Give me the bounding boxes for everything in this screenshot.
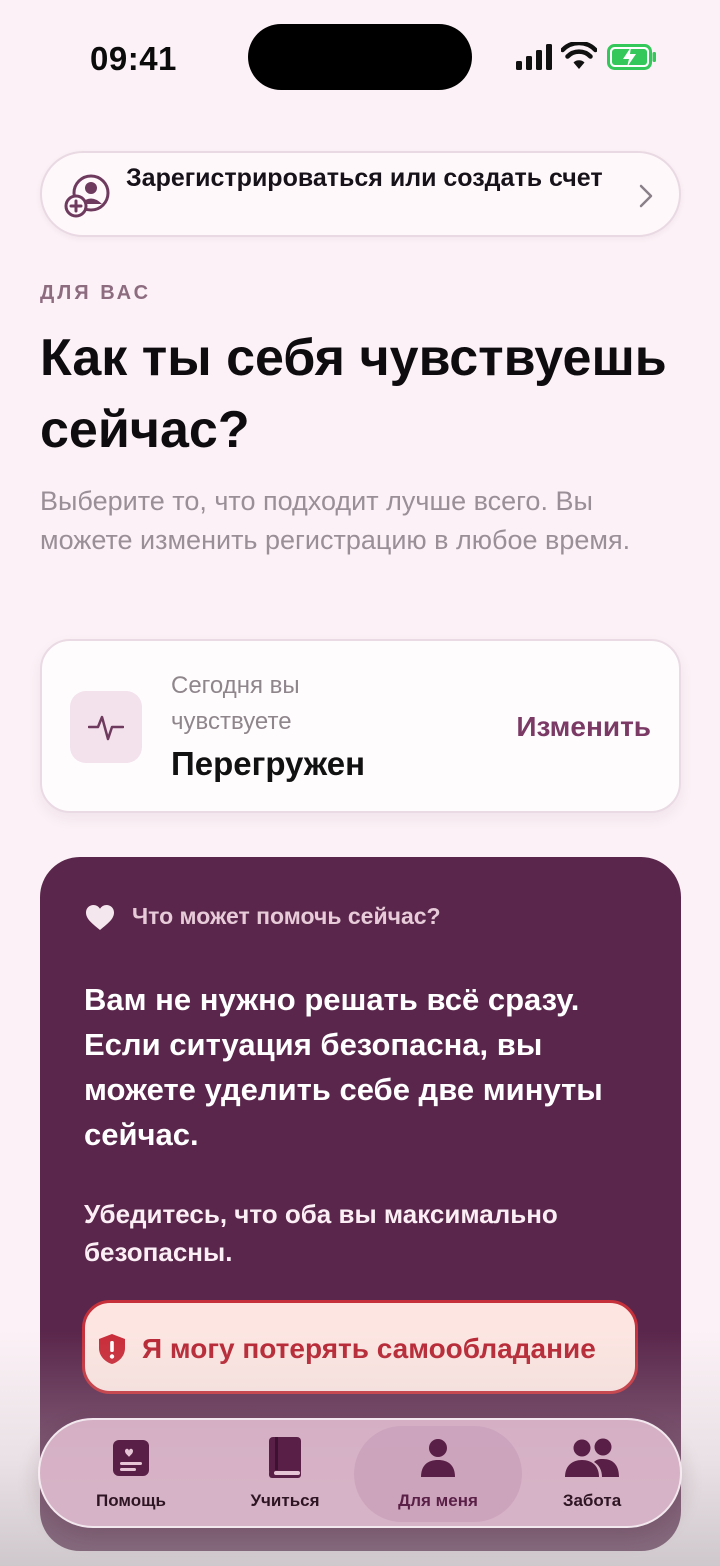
tab-help[interactable]: Помощь: [56, 1420, 206, 1530]
status-bar: 09:41: [0, 0, 720, 120]
signin-card[interactable]: Зарегистрироваться или создать счет: [40, 151, 681, 237]
book-icon: [269, 1437, 301, 1478]
change-mood-button[interactable]: Изменить: [516, 711, 651, 743]
signal-icon: [516, 44, 552, 70]
people-icon: [565, 1438, 619, 1477]
crisis-label: Я могу потерять самообладание: [142, 1333, 596, 1364]
dynamic-island: [248, 24, 472, 90]
mood-prompt: Сегодня вы чувствуете: [171, 672, 300, 735]
person-icon: [421, 1439, 455, 1477]
wifi-icon: [561, 42, 597, 69]
signin-label: Зарегистрироваться или создать счет: [126, 164, 603, 192]
pulse-icon: [88, 715, 124, 741]
tab-learn-label: Учиться: [250, 1491, 320, 1510]
tab-care[interactable]: Забота: [517, 1420, 667, 1530]
help-note: Убедитесь, что оба вы максимально безопа…: [84, 1199, 558, 1267]
battery-charging-icon: [607, 44, 656, 70]
status-time: 09:41: [90, 40, 177, 77]
mood-icon-box: [70, 691, 142, 763]
mood-card: Сегодня вы чувствуете Перегружен Изменит…: [40, 639, 681, 813]
tab-for-me[interactable]: Для меня: [363, 1420, 513, 1530]
page-title: Как ты себя чувствуешь сейчас?: [40, 329, 667, 459]
crisis-button[interactable]: Я могу потерять самообладание: [82, 1300, 638, 1394]
chevron-right-icon: [639, 184, 653, 208]
help-card-icon: [113, 1440, 149, 1476]
section-label: ДЛЯ ВАС: [40, 282, 152, 304]
tab-care-label: Забота: [562, 1491, 622, 1510]
tab-bar: Помощь Учиться Для меня Забота: [38, 1418, 682, 1528]
shield-alert-icon: [99, 1334, 125, 1364]
help-body: Вам не нужно решать всё сразу. Если ситу…: [84, 982, 603, 1152]
page-subtitle: Выберите то, что подходит лучше всего. В…: [40, 486, 631, 555]
heart-icon: [86, 905, 114, 930]
add-user-icon: [64, 174, 110, 218]
mood-value: Перегружен: [171, 745, 366, 782]
tab-help-label: Помощь: [96, 1491, 166, 1510]
tab-learn[interactable]: Учиться: [210, 1420, 360, 1530]
help-heading: Что может помочь сейчас?: [132, 903, 441, 929]
tab-for-me-label: Для меня: [398, 1491, 478, 1510]
